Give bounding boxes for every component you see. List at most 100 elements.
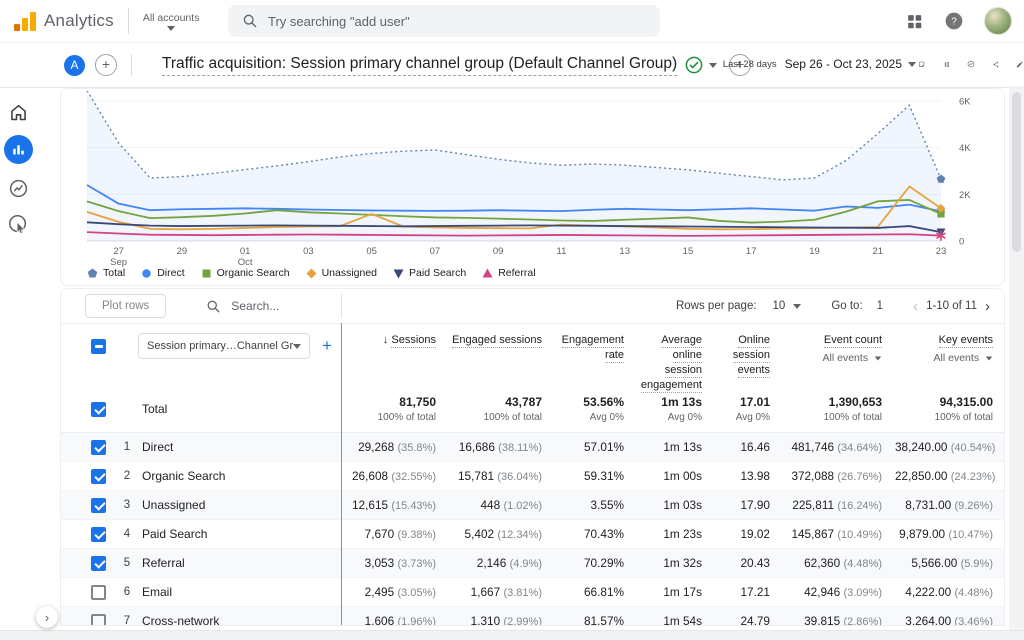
- metric-cell: 1m 03s: [637, 498, 715, 512]
- select-all-checkbox[interactable]: [91, 339, 106, 354]
- table-row-email: 6Email2,495 (3.05%)1,667 (3.81%)66.81%1m…: [61, 578, 1004, 607]
- total-cell: 81,750100% of total: [341, 395, 449, 423]
- chevron-down-icon[interactable]: [709, 63, 717, 68]
- legend-label: Paid Search: [409, 267, 466, 279]
- metric-cell: 20.43: [715, 556, 783, 570]
- add-tab-button[interactable]: +: [95, 54, 117, 76]
- apps-grid-icon[interactable]: [905, 12, 924, 31]
- channel-name: Unassigned: [142, 498, 205, 512]
- column-header-average-online-session-engagement[interactable]: Average online session engagement: [637, 333, 715, 392]
- row-checkbox[interactable]: [91, 614, 106, 627]
- share-icon[interactable]: [992, 55, 1000, 74]
- metric-cell: 26,608 (32.55%): [341, 469, 449, 483]
- expand-nav-button[interactable]: ›: [36, 606, 58, 628]
- vertical-scrollbar-thumb[interactable]: [1012, 92, 1021, 252]
- user-avatar[interactable]: [984, 7, 1012, 35]
- plot-rows-button[interactable]: Plot rows: [85, 294, 166, 318]
- row-checkbox[interactable]: [91, 440, 106, 455]
- column-header-event-count[interactable]: Event countAll events: [783, 333, 895, 392]
- pagination-range: 1-10 of 11: [926, 300, 977, 312]
- table-body: 1Direct29,268 (35.8%)16,686 (38.11%)57.0…: [61, 433, 1004, 626]
- column-header-engagement-rate[interactable]: Engagement rate: [555, 333, 637, 392]
- svg-text:27: 27: [113, 246, 124, 257]
- legend-label: Organic Search: [217, 267, 290, 279]
- search-icon: [242, 13, 258, 29]
- explore-icon[interactable]: [8, 178, 29, 199]
- total-row-checkbox[interactable]: [91, 402, 106, 417]
- column-header-key-events[interactable]: Key eventsAll events: [895, 333, 1005, 392]
- horizontal-scrollbar[interactable]: [0, 630, 1024, 640]
- channels-table-card: Plot rows Search... Rows per page: 10 Go…: [60, 288, 1005, 626]
- column-header-sessions[interactable]: ↓ Sessions: [341, 333, 449, 392]
- prev-page-button[interactable]: ‹: [913, 298, 918, 315]
- metric-cell: 1m 13s: [637, 440, 715, 454]
- chevron-down-icon: [293, 344, 301, 349]
- row-checkbox[interactable]: [91, 527, 106, 542]
- date-range-picker[interactable]: Last 28 days Sep 26 - Oct 23, 2025: [723, 42, 916, 86]
- bar-chart-icon: [10, 141, 27, 158]
- report-title[interactable]: Traffic acquisition: Session primary cha…: [162, 55, 677, 76]
- metric-cell: 2,495 (3.05%): [341, 585, 449, 599]
- metric-cell: 39,815 (2.86%): [783, 614, 895, 626]
- workspace-avatar[interactable]: A: [64, 55, 85, 76]
- row-checkbox[interactable]: [91, 556, 106, 571]
- row-checkbox[interactable]: [91, 498, 106, 513]
- metric-cell: 448 (1.02%): [449, 498, 555, 512]
- chevron-down-icon[interactable]: [793, 304, 801, 309]
- help-icon[interactable]: ?: [944, 11, 964, 31]
- check-circle-icon: [685, 56, 703, 74]
- svg-text:2K: 2K: [959, 190, 971, 201]
- svg-text:21: 21: [872, 246, 883, 257]
- comparisons-icon[interactable]: [943, 55, 951, 74]
- table-row-referral: 5Referral3,053 (3.73%)2,146 (4.9%)70.29%…: [61, 549, 1004, 578]
- metric-cell: 372,088 (26.76%): [783, 469, 895, 483]
- divider: [341, 294, 342, 318]
- metric-cell: 1m 00s: [637, 469, 715, 483]
- total-cell: 94,315.00100% of total: [895, 395, 1005, 423]
- date-range-label: Last 28 days: [723, 59, 777, 70]
- metric-cell: 1,310 (2.99%): [449, 614, 555, 626]
- sessions-chart-card: 6K4K2K027Sep2901Oct030507091113151719212…: [60, 88, 1005, 286]
- home-icon[interactable]: [8, 102, 29, 123]
- add-dimension-button[interactable]: +: [322, 336, 332, 356]
- reports-nav-active[interactable]: [4, 135, 33, 164]
- account-switcher[interactable]: All accounts: [143, 12, 200, 31]
- metric-cell: 3.55%: [555, 498, 637, 512]
- edit-icon[interactable]: [1016, 55, 1024, 74]
- diamond-icon: [306, 268, 317, 279]
- sessions-line-chart: 6K4K2K027Sep2901Oct030507091113151719212…: [61, 91, 1004, 267]
- svg-text:05: 05: [366, 246, 377, 257]
- row-checkbox[interactable]: [91, 469, 106, 484]
- search-input[interactable]: Try searching "add user": [228, 5, 660, 37]
- metric-cell: 7,670 (9.38%): [341, 527, 449, 541]
- notes-icon[interactable]: [918, 55, 926, 74]
- rows-per-page-select[interactable]: 10: [773, 300, 786, 312]
- analytics-logo-icon[interactable]: [14, 11, 36, 31]
- svg-text:19: 19: [809, 246, 820, 257]
- top-bar: Analytics All accounts Try searching "ad…: [0, 0, 1024, 43]
- channel-name: Referral: [142, 556, 185, 570]
- metric-cell: 5,402 (12.34%): [449, 527, 555, 541]
- channel-name: Direct: [142, 440, 173, 454]
- metric-cell: 4,222.00 (4.48%): [895, 585, 1005, 599]
- metric-cell: 12,615 (15.43%): [341, 498, 449, 512]
- metric-cell: 62,360 (4.48%): [783, 556, 895, 570]
- dimension-selector[interactable]: Session primary…Channel Group): [138, 333, 310, 359]
- svg-text:11: 11: [557, 246, 567, 257]
- svg-text:09: 09: [493, 246, 504, 257]
- chevron-down-icon: [167, 26, 175, 31]
- table-search-input[interactable]: Search...: [206, 299, 279, 314]
- account-switcher-label: All accounts: [143, 12, 200, 24]
- row-rank: 5: [112, 557, 142, 569]
- next-page-button[interactable]: ›: [985, 298, 990, 315]
- total-cell: 1m 13sAvg 0%: [637, 395, 715, 423]
- ga-analytics-app: Analytics All accounts Try searching "ad…: [0, 0, 1024, 640]
- goto-label: Go to:: [831, 300, 862, 312]
- column-header-engaged-sessions[interactable]: Engaged sessions: [449, 333, 555, 392]
- dimension-selector-value: Session primary…Channel Group): [147, 340, 293, 352]
- row-checkbox[interactable]: [91, 585, 106, 600]
- advertising-icon[interactable]: [7, 213, 29, 235]
- insights-icon[interactable]: [967, 54, 975, 74]
- column-header-online-session-events[interactable]: Online session events: [715, 333, 783, 392]
- goto-page-input[interactable]: 1: [877, 300, 883, 312]
